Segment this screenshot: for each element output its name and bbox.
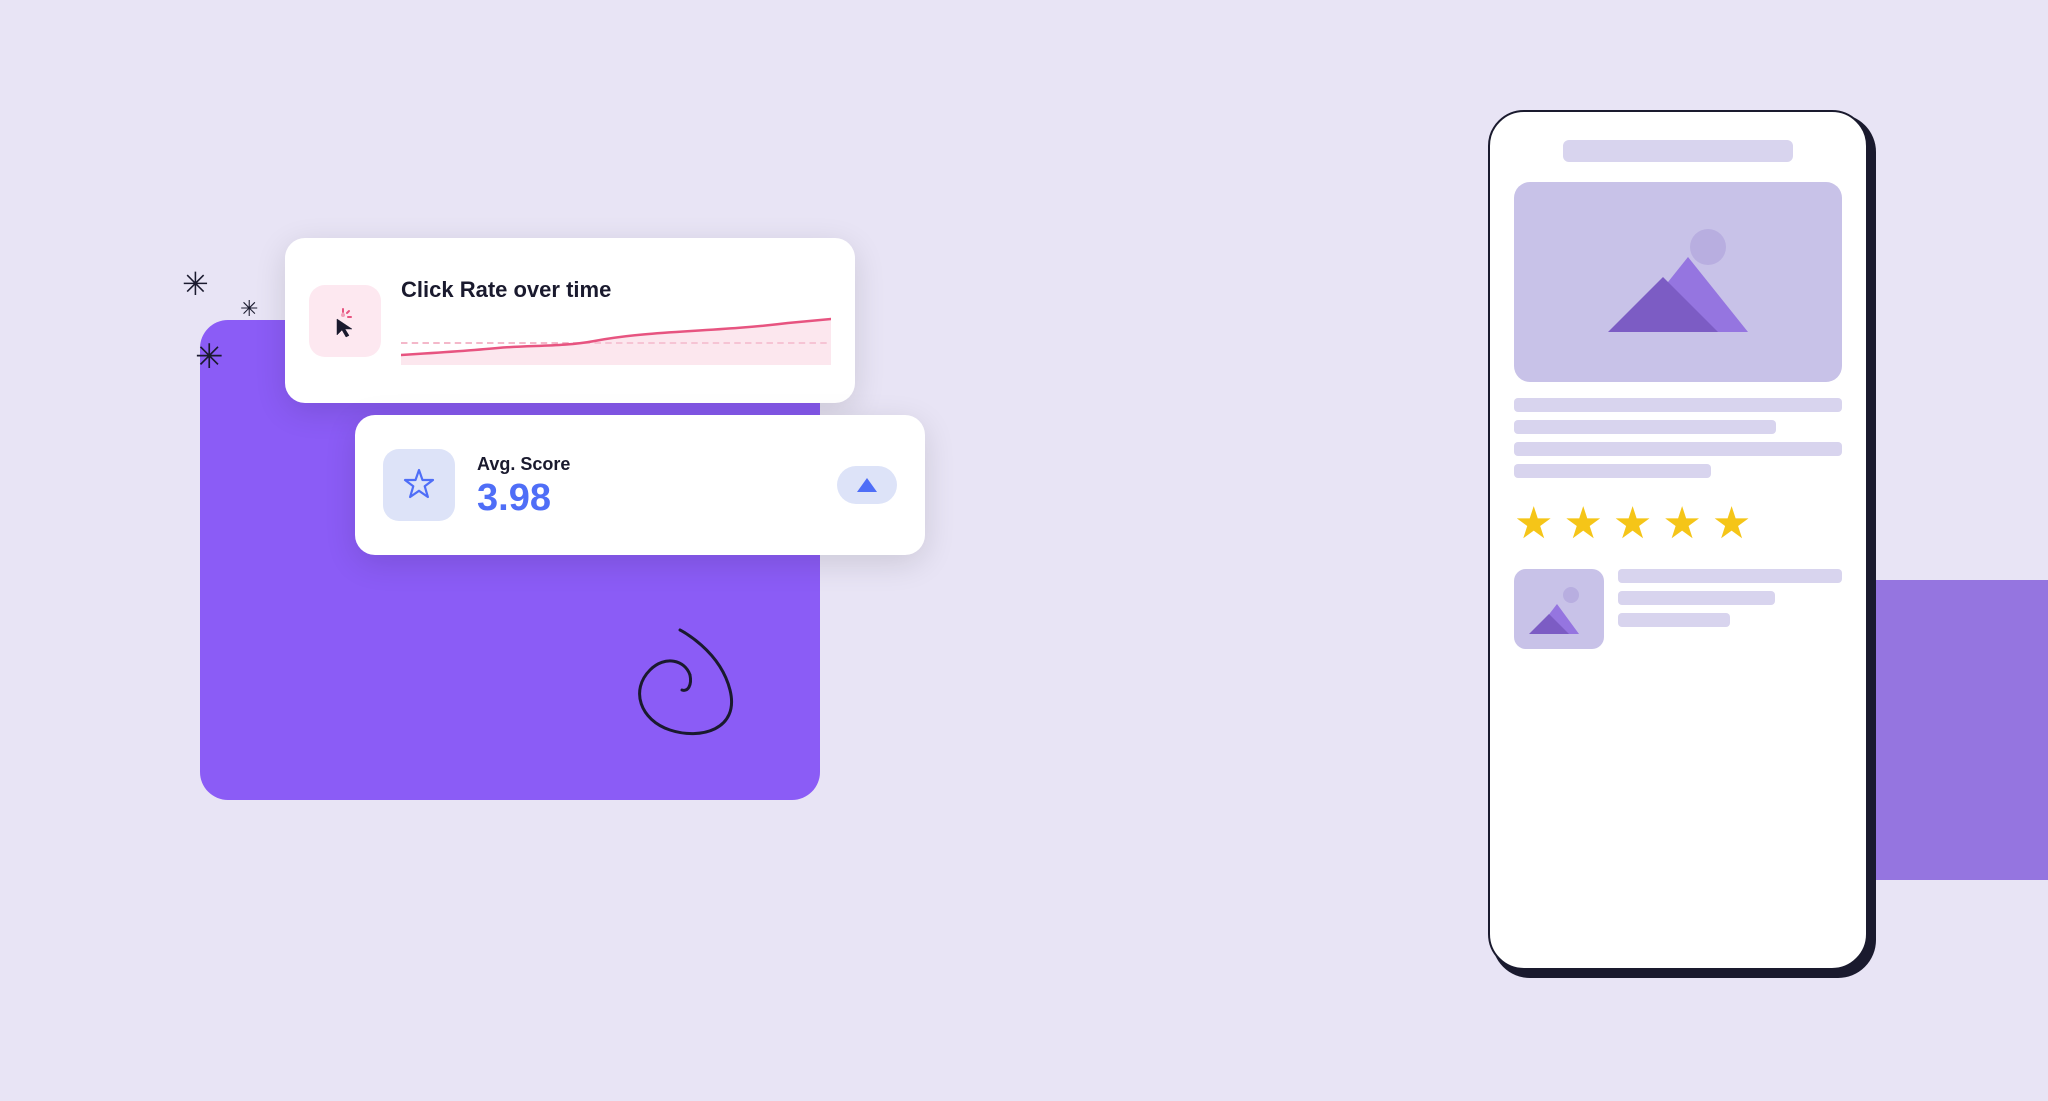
text-line-2	[1514, 420, 1776, 434]
star-outline-icon	[399, 465, 439, 505]
star-decoration-2: ✳	[240, 298, 258, 320]
star-5: ★	[1712, 498, 1751, 549]
phone-mockup: ★ ★ ★ ★ ★	[1488, 110, 1868, 970]
text-line-1	[1514, 398, 1842, 412]
phone-title-placeholder	[1563, 140, 1793, 162]
avg-score-label: Avg. Score	[477, 454, 815, 475]
phone-stars-row: ★ ★ ★ ★ ★	[1514, 494, 1842, 553]
phone-thumb-image	[1514, 569, 1604, 649]
star-1: ★	[1514, 498, 1553, 549]
phone-text-lines-1	[1514, 398, 1842, 478]
cursor-icon	[325, 301, 365, 341]
text-line-4	[1514, 464, 1711, 478]
text-line-6	[1618, 591, 1775, 605]
text-line-7	[1618, 613, 1730, 627]
avg-score-content: Avg. Score 3.98	[477, 454, 815, 517]
star-2: ★	[1563, 498, 1602, 549]
phone-content: ★ ★ ★ ★ ★	[1490, 112, 1866, 677]
star-decoration-3: ✳	[195, 340, 224, 374]
phone-hero-image	[1514, 182, 1842, 382]
star-4: ★	[1662, 498, 1701, 549]
click-rate-card: Click Rate over time	[285, 238, 855, 403]
avg-score-icon-box	[383, 449, 455, 521]
up-arrow-icon	[857, 478, 877, 492]
avg-score-value: 3.98	[477, 479, 815, 517]
star-decoration-1: ✳	[182, 268, 209, 300]
text-line-3	[1514, 442, 1842, 456]
click-rate-chart	[401, 313, 831, 365]
click-rate-content: Click Rate over time	[401, 277, 831, 365]
star-3: ★	[1613, 498, 1652, 549]
phone-bottom-row	[1514, 569, 1842, 649]
swirl-decoration	[600, 620, 760, 755]
click-rate-icon-box	[309, 285, 381, 357]
avg-score-card: Avg. Score 3.98	[355, 415, 925, 555]
phone-text-lines-2	[1618, 569, 1842, 627]
click-rate-title: Click Rate over time	[401, 277, 831, 303]
up-trend-button[interactable]	[837, 466, 897, 504]
text-line-5	[1618, 569, 1842, 583]
